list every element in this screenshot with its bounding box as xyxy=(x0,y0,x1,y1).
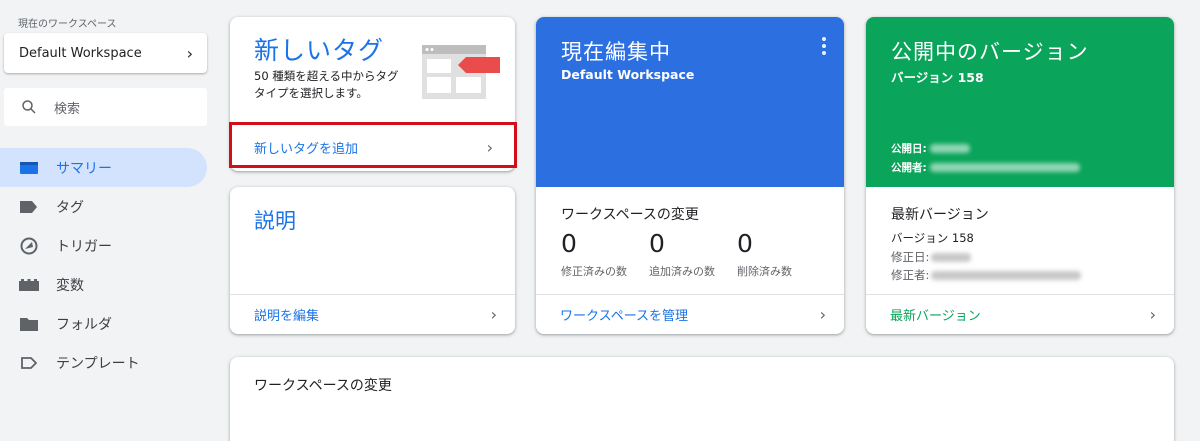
sidebar-item-label: サマリー xyxy=(56,160,112,177)
sidebar-item-summary[interactable]: サマリー xyxy=(0,148,207,187)
sidebar-item-label: テンプレート xyxy=(56,355,140,372)
published-version-number: バージョン 158 xyxy=(891,70,984,85)
modified-count: 0 修正済みの数 xyxy=(561,229,649,279)
sidebar-item-label: タグ xyxy=(56,199,84,216)
modified-date-label: 修正日: xyxy=(891,250,930,264)
workspace-selector[interactable]: Default Workspace › xyxy=(4,33,207,73)
redacted-value xyxy=(931,252,972,262)
new-tag-description: 50 種類を超える中からタグタイプを選択します。 xyxy=(254,69,399,100)
current-editing-title: 現在編集中 xyxy=(561,40,671,64)
latest-version-text: バージョン 158 xyxy=(891,231,974,245)
trigger-icon xyxy=(19,236,39,256)
folder-icon xyxy=(19,314,39,334)
change-counts: 0 修正済みの数 0 追加済みの数 0 削除済み数 xyxy=(561,229,825,279)
published-by-row: 公開者: xyxy=(891,160,1080,175)
added-count: 0 追加済みの数 xyxy=(649,229,737,279)
modified-by-row: 修正者: xyxy=(891,267,1082,283)
published-version-card: 公開中のバージョン バージョン 158 公開日: 公開者: 最新バージョン バー… xyxy=(866,17,1174,334)
published-by-label: 公開者: xyxy=(891,162,927,174)
chevron-right-icon: › xyxy=(1149,305,1156,324)
description-title: 説明 xyxy=(254,209,296,233)
search-icon xyxy=(22,100,36,114)
workspace-changes-card: ワークスペースの変更 xyxy=(230,357,1174,441)
sidebar-item-templates[interactable]: テンプレート xyxy=(0,343,215,382)
new-tag-title: 新しいタグ xyxy=(254,36,385,65)
sidebar: 現在のワークスペース Default Workspace › 検索 サマリー タ… xyxy=(0,0,215,441)
new-tag-card: 新しいタグ 50 種類を超える中からタグタイプを選択します。 新しいタグを追加 … xyxy=(230,17,515,171)
modified-by-label: 修正者: xyxy=(891,268,930,282)
published-version-header: 公開中のバージョン バージョン 158 公開日: 公開者: xyxy=(866,17,1174,187)
redacted-value xyxy=(929,163,1080,172)
sidebar-item-tags[interactable]: タグ xyxy=(0,187,215,226)
redacted-value xyxy=(929,144,970,153)
count-value: 0 xyxy=(561,229,577,258)
current-workspace-header: 現在編集中 Default Workspace xyxy=(536,17,844,187)
chevron-right-icon: › xyxy=(819,305,826,324)
count-label: 削除済み数 xyxy=(737,265,792,278)
sidebar-item-variables[interactable]: 変数 xyxy=(0,265,215,304)
modified-date-row: 修正日: xyxy=(891,249,972,265)
latest-version-link-label: 最新バージョン xyxy=(890,309,981,324)
variable-icon xyxy=(19,275,39,295)
redacted-value xyxy=(931,270,1082,280)
published-date-label: 公開日: xyxy=(891,143,927,155)
add-new-tag-label: 新しいタグを追加 xyxy=(254,141,359,157)
deleted-count: 0 削除済み数 xyxy=(737,229,825,279)
latest-version-number: バージョン 158 xyxy=(891,230,974,246)
count-value: 0 xyxy=(649,229,665,258)
workspace-changes-heading: ワークスペースの変更 xyxy=(561,207,699,223)
published-version-title: 公開中のバージョン xyxy=(891,40,1089,64)
current-workspace-card: 現在編集中 Default Workspace ワークスペースの変更 0 修正済… xyxy=(536,17,844,334)
sidebar-item-label: 変数 xyxy=(56,277,84,294)
manage-workspaces-link[interactable]: ワークスペースを管理 › xyxy=(536,294,844,334)
count-label: 追加済みの数 xyxy=(649,265,715,278)
count-value: 0 xyxy=(737,229,753,258)
sidebar-item-label: フォルダ xyxy=(56,316,112,333)
more-vert-icon[interactable] xyxy=(820,37,828,55)
tag-illustration-icon xyxy=(422,45,500,99)
add-new-tag-link[interactable]: 新しいタグを追加 › xyxy=(230,125,515,169)
sidebar-item-label: トリガー xyxy=(56,238,112,255)
workspace-label: 現在のワークスペース xyxy=(18,19,117,30)
current-workspace-name: Default Workspace xyxy=(561,67,695,82)
count-label: 修正済みの数 xyxy=(561,265,627,278)
latest-version-link[interactable]: 最新バージョン › xyxy=(866,294,1174,334)
manage-workspaces-label: ワークスペースを管理 xyxy=(560,309,689,324)
chevron-right-icon: › xyxy=(490,305,497,324)
chevron-right-icon: › xyxy=(486,137,493,157)
published-date-row: 公開日: xyxy=(891,141,970,156)
tag-icon xyxy=(19,197,39,217)
template-icon xyxy=(19,353,39,373)
workspace-name: Default Workspace xyxy=(19,45,142,61)
search-box[interactable]: 検索 xyxy=(4,88,207,126)
summary-icon xyxy=(19,158,39,178)
sidebar-nav: サマリー タグ トリガー 変数 フォルダ テンプレート xyxy=(0,148,215,382)
edit-description-link[interactable]: 説明を編集 › xyxy=(230,294,515,334)
sidebar-item-folders[interactable]: フォルダ xyxy=(0,304,215,343)
edit-description-label: 説明を編集 xyxy=(254,309,320,324)
latest-version-heading: 最新バージョン xyxy=(891,207,989,223)
chevron-right-icon: › xyxy=(186,43,193,63)
search-placeholder: 検索 xyxy=(54,101,81,117)
sidebar-item-triggers[interactable]: トリガー xyxy=(0,226,215,265)
description-card: 説明 説明を編集 › xyxy=(230,187,515,334)
workspace-changes-title: ワークスペースの変更 xyxy=(254,378,392,394)
